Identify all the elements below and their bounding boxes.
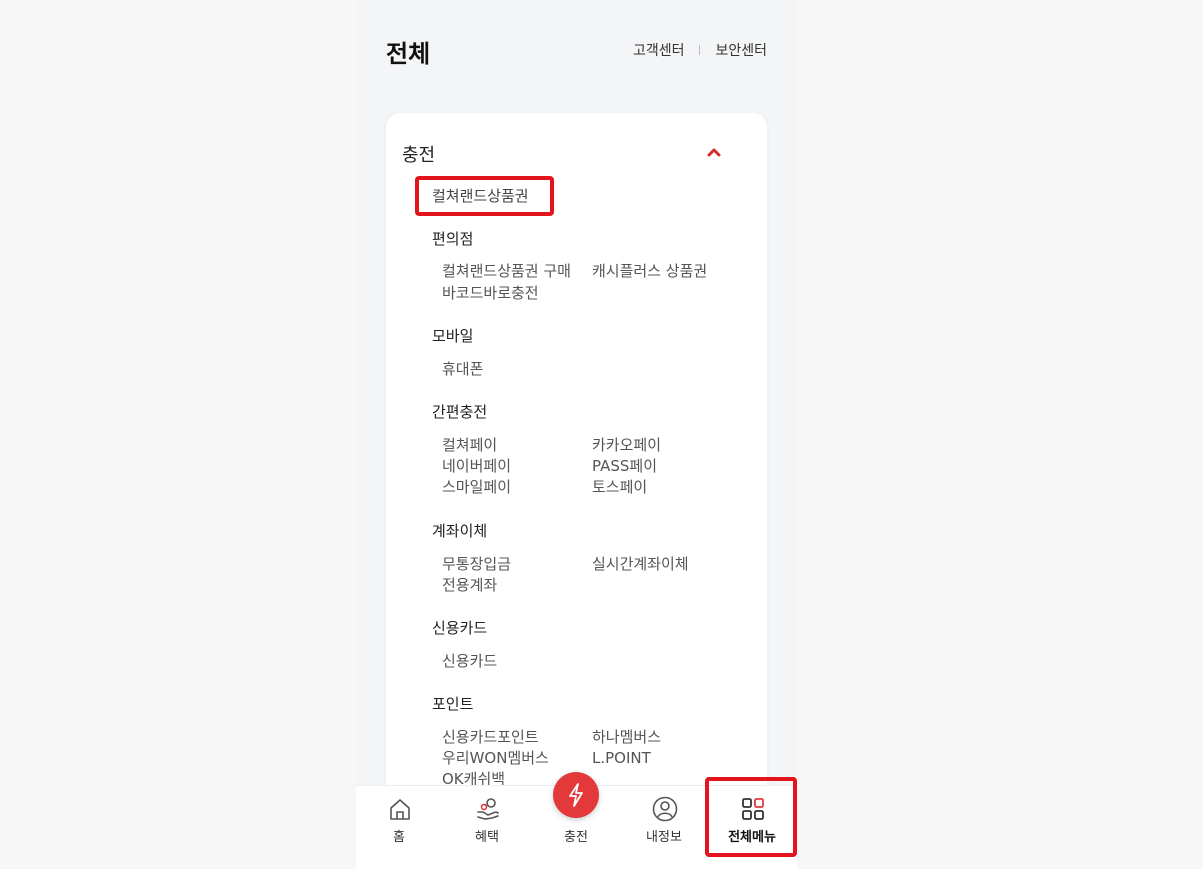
security-center-link[interactable]: 보안센터	[715, 40, 767, 60]
group-title: 계좌이체	[432, 522, 488, 540]
nav-charge[interactable]: 충전	[536, 772, 616, 869]
charge-button[interactable]	[553, 772, 599, 818]
page-title: 전체	[386, 40, 431, 68]
gift-hand-icon	[477, 798, 499, 820]
menu-item[interactable]: PASS페이	[592, 456, 657, 477]
header-links: 고객센터 보안센터	[633, 40, 767, 60]
group-title: 편의점	[432, 230, 474, 248]
menu-item[interactable]: 컬쳐랜드상품권 구매	[442, 261, 571, 282]
divider	[699, 45, 701, 55]
menu-item[interactable]: 스마일페이	[442, 477, 511, 498]
nav-home[interactable]: 홈	[359, 786, 439, 869]
nav-label: 혜택	[475, 830, 499, 845]
menu-item[interactable]: 휴대폰	[442, 359, 483, 380]
app-screen: 전체 고객센터 보안센터 충전 컬쳐랜드상품권 편의점 컬쳐랜드상품권 구매 캐…	[356, 0, 797, 869]
group-title: 모바일	[432, 327, 474, 345]
group-title: 포인트	[432, 695, 474, 713]
group-title: 간편충전	[432, 403, 488, 421]
menu-item[interactable]: 실시간계좌이체	[592, 554, 689, 575]
nav-label: 내정보	[646, 830, 682, 845]
nav-benefit[interactable]: 혜택	[447, 786, 527, 869]
menu-item[interactable]: L.POINT	[592, 748, 651, 769]
nav-label: 홈	[393, 830, 405, 845]
menu-item[interactable]: 우리WON멤버스	[442, 748, 549, 769]
menu-item[interactable]: 무통장입금	[442, 554, 511, 575]
menu-item[interactable]: 카카오페이	[592, 435, 661, 456]
section-title-charge[interactable]: 충전	[402, 141, 435, 167]
menu-item[interactable]: 캐시플러스 상품권	[592, 261, 707, 282]
menu-item[interactable]: 컬쳐페이	[442, 435, 497, 456]
chevron-up-icon[interactable]	[706, 146, 722, 158]
nav-myinfo[interactable]: 내정보	[624, 786, 704, 869]
menu-item[interactable]: 바코드바로충전	[442, 283, 539, 304]
menu-item[interactable]: 전용계좌	[442, 575, 497, 596]
home-icon	[390, 799, 410, 820]
menu-item[interactable]: 토스페이	[592, 477, 647, 498]
nav-label: 충전	[564, 830, 588, 845]
menu-item[interactable]: 신용카드포인트	[442, 727, 539, 748]
menu-item[interactable]: 하나멤버스	[592, 727, 661, 748]
group-title: 신용카드	[432, 619, 488, 637]
menu-item[interactable]: 네이버페이	[442, 456, 511, 477]
highlight-box	[415, 176, 554, 216]
lightning-icon	[569, 783, 583, 807]
user-icon	[652, 796, 678, 822]
menu-item[interactable]: 신용카드	[442, 651, 497, 672]
highlight-box	[705, 777, 797, 857]
customer-center-link[interactable]: 고객센터	[633, 40, 685, 60]
